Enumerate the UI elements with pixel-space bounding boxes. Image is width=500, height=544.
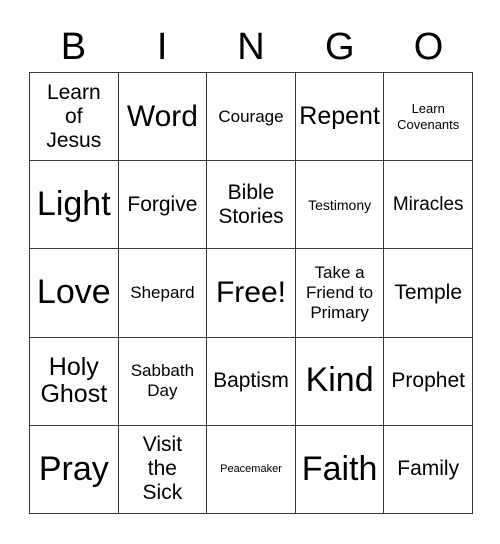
bingo-cell[interactable]: Forgive bbox=[118, 161, 208, 250]
bingo-cell-label: Miracles bbox=[392, 193, 464, 215]
bingo-cell-label: Faith bbox=[301, 449, 378, 488]
bingo-cell[interactable]: Faith bbox=[295, 425, 385, 514]
bingo-cell-label: Peacemaker bbox=[220, 462, 282, 475]
bingo-cell[interactable]: Temple bbox=[384, 249, 473, 338]
bingo-cell-label: Learn Covenants bbox=[397, 101, 460, 132]
bingo-cell[interactable]: Light bbox=[30, 161, 119, 250]
bingo-cell[interactable]: Family bbox=[384, 425, 473, 514]
bingo-cell[interactable]: Repent bbox=[295, 73, 385, 162]
bingo-cell-label: Temple bbox=[394, 281, 463, 305]
bingo-cell-label: Take a Friend to Primary bbox=[306, 263, 374, 322]
bingo-cell-label: Repent bbox=[299, 101, 380, 130]
bingo-cell-label: Testimony bbox=[308, 196, 372, 213]
bingo-cell[interactable]: Prophet bbox=[384, 337, 473, 426]
bingo-cell-label: Pray bbox=[38, 449, 109, 488]
bingo-cell-label: Family bbox=[397, 457, 460, 481]
bingo-cell-label: Prophet bbox=[391, 369, 465, 393]
bingo-cell[interactable]: Shepard bbox=[118, 249, 208, 338]
bingo-cell-label: Sabbath Day bbox=[130, 361, 195, 401]
header-letter-o: O bbox=[413, 26, 444, 68]
bingo-cell-label: Kind bbox=[305, 361, 374, 400]
bingo-cell-label: Visit the Sick bbox=[142, 433, 183, 505]
header-letter-b: B bbox=[60, 26, 87, 68]
header-letter-g: G bbox=[325, 26, 355, 68]
bingo-cell[interactable]: Visit the Sick bbox=[118, 425, 208, 514]
bingo-cell-label: Holy Ghost bbox=[40, 352, 108, 409]
bingo-cell-label: Shepard bbox=[130, 283, 195, 303]
bingo-cell[interactable]: Miracles bbox=[384, 161, 473, 250]
bingo-cell-label: Baptism bbox=[213, 369, 289, 393]
bingo-cell[interactable]: Baptism bbox=[207, 337, 296, 426]
bingo-cell[interactable]: Peacemaker bbox=[207, 425, 296, 514]
bingo-cell-label: Learn of Jesus bbox=[46, 80, 102, 152]
bingo-cell[interactable]: Testimony bbox=[295, 161, 385, 250]
bingo-cell-label: Courage bbox=[218, 106, 284, 126]
bingo-cell[interactable]: Pray bbox=[30, 425, 119, 514]
bingo-cell[interactable]: Free! bbox=[207, 249, 296, 338]
bingo-cell[interactable]: Holy Ghost bbox=[30, 337, 119, 426]
bingo-cell[interactable]: Sabbath Day bbox=[118, 337, 208, 426]
bingo-cell[interactable]: Learn Covenants bbox=[384, 73, 473, 162]
bingo-cell[interactable]: Word bbox=[118, 73, 208, 162]
bingo-cell-label: Love bbox=[36, 273, 111, 312]
bingo-cell-label: Light bbox=[36, 184, 111, 223]
bingo-cell[interactable]: Bible Stories bbox=[207, 161, 296, 250]
header-letter-i: I bbox=[156, 26, 168, 68]
bingo-header: B I N G O bbox=[29, 22, 473, 72]
bingo-cell[interactable]: Courage bbox=[207, 73, 296, 162]
bingo-card: B I N G O Learn of Jesus Word Courage Repen… bbox=[0, 0, 500, 544]
bingo-cell-label: Bible Stories bbox=[218, 180, 284, 228]
bingo-cell-label: Forgive bbox=[127, 192, 198, 216]
bingo-cell[interactable]: Love bbox=[30, 249, 119, 338]
bingo-cell[interactable]: Learn of Jesus bbox=[30, 73, 119, 162]
bingo-cell-label: Word bbox=[126, 99, 198, 133]
bingo-cell[interactable]: Take a Friend to Primary bbox=[295, 249, 385, 338]
bingo-cell[interactable]: Kind bbox=[295, 337, 385, 426]
header-letter-n: N bbox=[237, 26, 265, 68]
bingo-cell-label: Free! bbox=[215, 276, 286, 310]
bingo-grid: Learn of Jesus Word Courage Repent Learn Cov… bbox=[29, 72, 473, 514]
